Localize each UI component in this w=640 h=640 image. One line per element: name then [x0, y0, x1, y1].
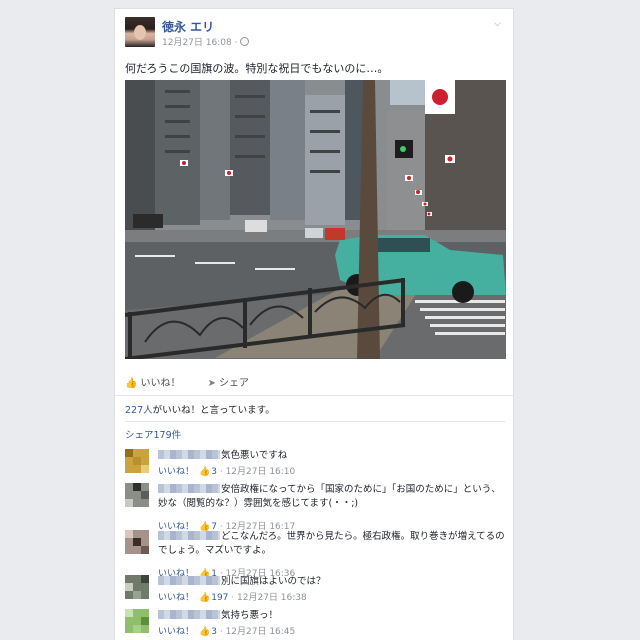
commenter-name[interactable] — [158, 531, 220, 540]
comment-like-link[interactable]: いいね！ — [158, 593, 194, 603]
comment-body: どこなんだろ。世界から見たら。極右政権。取り巻きが増えてるのでしょう。マズいです… — [158, 530, 508, 558]
commenter-name[interactable] — [158, 610, 220, 619]
author-avatar[interactable] — [125, 17, 155, 47]
shares-count-link[interactable]: シェア179件 — [125, 427, 181, 441]
comment-text: 別に国旗はよいのでは？ — [221, 576, 326, 587]
comment-body: 安倍政権になってから「国家のために」「お国のために」という、妙な（閲覧的な？）雰… — [158, 483, 508, 511]
commenter-avatar[interactable] — [125, 483, 149, 507]
post-photo[interactable] — [125, 80, 506, 359]
commenter-avatar[interactable] — [125, 609, 149, 633]
street-scene-image — [125, 80, 506, 359]
comment-like-link[interactable]: いいね！ — [158, 627, 194, 637]
comment-footer: いいね！ 👍3 · 12月27日 16:45 — [158, 627, 296, 637]
commenter-avatar[interactable] — [125, 449, 149, 473]
commenter-name[interactable] — [158, 484, 220, 493]
author-name[interactable]: 徳永 エリ — [162, 18, 214, 35]
comment-footer: いいね！ 👍3 · 12月27日 16:10 — [158, 467, 296, 477]
like-label: いいね！ — [140, 378, 181, 389]
comment-body: 別に国旗はよいのでは？ — [158, 575, 508, 589]
comment-like-count[interactable]: 197 — [211, 593, 228, 603]
chevron-down-icon[interactable]: ⌵ — [494, 19, 504, 29]
commenter-name[interactable] — [158, 576, 220, 585]
commenter-avatar[interactable] — [125, 575, 149, 599]
comment-time[interactable]: 12月27日 16:45 — [226, 627, 296, 637]
divider — [125, 421, 505, 422]
comment-time[interactable]: 12月27日 16:38 — [237, 593, 307, 603]
commenter-name[interactable] — [158, 450, 220, 459]
likes-summary: 227人がいいね！と言っています。 — [125, 402, 275, 416]
comment-body: 気色悪いですね — [158, 449, 508, 463]
divider — [115, 395, 513, 396]
comment-time[interactable]: 12月27日 16:10 — [226, 467, 296, 477]
comment-text: 気持ち悪っ！ — [221, 610, 279, 621]
comment-like-count[interactable]: 3 — [211, 627, 217, 637]
share-arrow-icon: ➤ — [207, 378, 217, 389]
comment-like-link[interactable]: いいね！ — [158, 467, 194, 477]
comment-footer: いいね！ 👍197 · 12月27日 16:38 — [158, 593, 307, 603]
comment-body: 気持ち悪っ！ — [158, 609, 508, 623]
globe-icon — [240, 37, 250, 46]
comment-like-count[interactable]: 3 — [211, 467, 217, 477]
post-actions: 👍 いいね！ ➤ シェア — [125, 374, 273, 389]
thumbs-up-icon: 👍 — [199, 593, 211, 603]
share-button[interactable]: ➤ シェア — [208, 374, 249, 389]
post-card: 徳永 エリ 12月27日 16:08 · ⌵ 何だろうこの国旗の波。特別な祝日で… — [114, 8, 514, 640]
post-meta: 12月27日 16:08 · — [162, 35, 250, 48]
thumbs-up-icon: 👍 — [125, 378, 138, 389]
like-button[interactable]: 👍 いいね！ — [125, 374, 180, 389]
thumbs-up-icon: 👍 — [199, 467, 211, 477]
post-timestamp[interactable]: 12月27日 16:08 — [162, 38, 232, 48]
likes-count-link[interactable]: 227人 — [125, 405, 153, 416]
thumbs-up-icon: 👍 — [199, 627, 211, 637]
commenter-avatar[interactable] — [125, 530, 149, 554]
post-text: 何だろうこの国旗の波。特別な祝日でもないのに…。 — [125, 62, 389, 75]
comment-text: 気色悪いですね — [221, 450, 288, 461]
likes-summary-text: がいいね！と言っています。 — [152, 405, 275, 416]
share-label: シェア — [219, 378, 250, 389]
